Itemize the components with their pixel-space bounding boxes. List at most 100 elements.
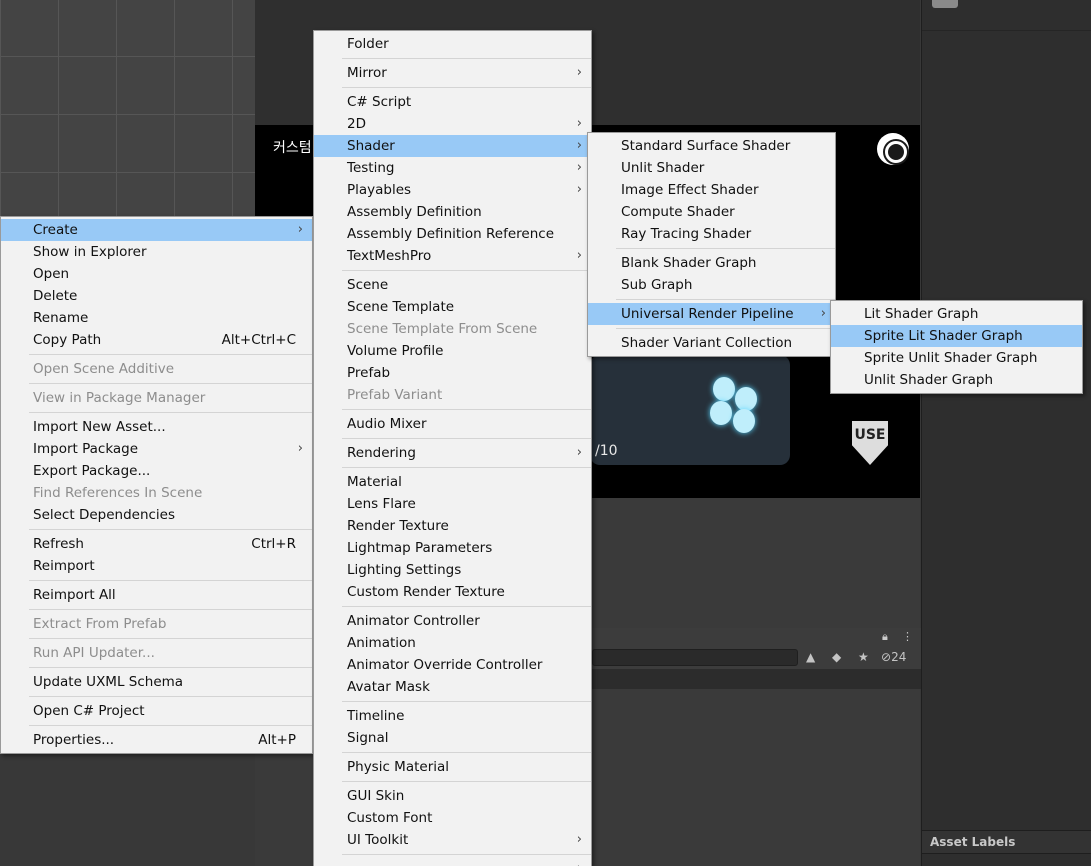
menu-item-shader-variant-collection[interactable]: Shader Variant Collection [588,332,835,354]
menu-item-reimport-all[interactable]: Reimport All [1,584,312,606]
menu-item-compute-shader[interactable]: Compute Shader [588,201,835,223]
menu-item-open-c-project[interactable]: Open C# Project [1,700,312,722]
menu-item-label: Reimport All [33,587,116,603]
menu-separator [29,354,312,355]
game-device-sprite [590,355,790,465]
scene-view-grid [0,0,255,218]
menu-item-ray-tracing-shader[interactable]: Ray Tracing Shader [588,223,835,245]
menu-item-sprite-lit-shader-graph[interactable]: Sprite Lit Shader Graph [831,325,1082,347]
use-button-label: USE [854,427,886,443]
menu-item-update-uxml-schema[interactable]: Update UXML Schema [1,671,312,693]
search-input[interactable] [592,649,798,666]
menu-item-folder[interactable]: Folder [314,33,591,55]
menu-item-assembly-definition-reference[interactable]: Assembly Definition Reference [314,223,591,245]
menu-item-import-package[interactable]: Import Package › [1,438,312,460]
menu-item-render-texture[interactable]: Render Texture [314,515,591,537]
menu-item-custom-font[interactable]: Custom Font [314,807,591,829]
use-button[interactable]: USE [852,421,888,465]
menu-item-create[interactable]: Create › [1,219,312,241]
menu-item-label: Find References In Scene [33,485,203,501]
menu-item-open[interactable]: Open [1,263,312,285]
menu-item-rename[interactable]: Rename [1,307,312,329]
menu-item-assembly-definition[interactable]: Assembly Definition [314,201,591,223]
menu-item-reimport[interactable]: Reimport [1,555,312,577]
gear-icon[interactable] [877,133,909,165]
menu-item-show-in-explorer[interactable]: Show in Explorer [1,241,312,263]
menu-item-testing[interactable]: Testing › [314,157,591,179]
menu-separator [342,854,591,855]
menu-item-gui-skin[interactable]: GUI Skin [314,785,591,807]
hidden-packages-icon[interactable]: ⊘24 [881,650,906,664]
menu-item-shader[interactable]: Shader › [314,135,591,157]
menu-item-prefab[interactable]: Prefab [314,362,591,384]
menu-item-delete[interactable]: Delete [1,285,312,307]
menu-separator [29,383,312,384]
menu-item-c-script[interactable]: C# Script [314,91,591,113]
inspector-panel: Asset Labels [921,0,1091,866]
chevron-right-icon: › [576,160,582,175]
menu-item-signal[interactable]: Signal [314,727,591,749]
menu-item-blank-shader-graph[interactable]: Blank Shader Graph [588,252,835,274]
hidden-packages-count: 24 [891,650,907,664]
menu-item-animator-override-controller[interactable]: Animator Override Controller [314,654,591,676]
menu-item-extract-from-prefab: Extract From Prefab [1,613,312,635]
menu-item-properties[interactable]: Properties... Alt+P [1,729,312,751]
filter-by-label-icon[interactable]: ◆ [832,650,841,664]
menu-item-sub-graph[interactable]: Sub Graph [588,274,835,296]
favorite-star-icon[interactable]: ★ [858,650,869,664]
menu-item-sprite-unlit-shader-graph[interactable]: Sprite Unlit Shader Graph [831,347,1082,369]
menu-item-textmeshpro[interactable]: TextMeshPro › [314,245,591,267]
menu-item-refresh[interactable]: Refresh Ctrl+R [1,533,312,555]
lock-icon[interactable]: 🔒︎ [882,630,888,644]
menu-item-lens-flare[interactable]: Lens Flare [314,493,591,515]
menu-separator [29,580,312,581]
menu-item-playables[interactable]: Playables › [314,179,591,201]
menu-item-image-effect-shader[interactable]: Image Effect Shader [588,179,835,201]
menu-item-shortcut: Alt+Ctrl+C [221,332,296,348]
menu-item-scene[interactable]: Scene [314,274,591,296]
menu-item-timeline[interactable]: Timeline [314,705,591,727]
menu-item-unlit-shader[interactable]: Unlit Shader [588,157,835,179]
menu-item-lit-shader-graph[interactable]: Lit Shader Graph [831,303,1082,325]
menu-item-label: Testing [347,160,395,176]
menu-item-audio-mixer[interactable]: Audio Mixer [314,413,591,435]
menu-item-unlit-shader-graph[interactable]: Unlit Shader Graph [831,369,1082,391]
menu-item-copy-path[interactable]: Copy Path Alt+Ctrl+C [1,329,312,351]
menu-item-scene-template-from-scene: Scene Template From Scene [314,318,591,340]
menu-item-standard-surface-shader[interactable]: Standard Surface Shader [588,135,835,157]
menu-item-import-new-asset[interactable]: Import New Asset... [1,416,312,438]
menu-separator [29,725,312,726]
menu-item-mirror[interactable]: Mirror › [314,62,591,84]
menu-item-material[interactable]: Material [314,471,591,493]
menu-separator [342,752,591,753]
menu-item-label: Import New Asset... [33,419,166,435]
menu-item-animation[interactable]: Animation [314,632,591,654]
menu-item-label: Avatar Mask [347,679,430,695]
menu-item-custom-render-texture[interactable]: Custom Render Texture [314,581,591,603]
menu-item-animator-controller[interactable]: Animator Controller [314,610,591,632]
menu-item-select-dependencies[interactable]: Select Dependencies [1,504,312,526]
menu-item-label: UI Toolkit [347,832,409,848]
menu-item-ui-toolkit[interactable]: UI Toolkit › [314,829,591,851]
menu-separator [29,412,312,413]
menu-item-label: Open C# Project [33,703,145,719]
menu-item-label: Open [33,266,70,282]
menu-item-label: Open Scene Additive [33,361,175,377]
menu-item-avatar-mask[interactable]: Avatar Mask [314,676,591,698]
menu-item-2d[interactable]: 2D › [314,113,591,135]
inspector-button[interactable] [932,0,958,8]
menu-item-lighting-settings[interactable]: Lighting Settings [314,559,591,581]
menu-item-blank[interactable]: › [314,858,591,866]
filter-by-type-icon[interactable]: ▲ [806,650,815,664]
create-submenu: Folder Mirror › C# Script 2D › Shader › Testing ›… [313,30,592,866]
menu-item-export-package[interactable]: Export Package... [1,460,312,482]
menu-item-universal-render-pipeline[interactable]: Universal Render Pipeline › [588,303,835,325]
menu-item-label: Run API Updater... [33,645,155,661]
menu-item-volume-profile[interactable]: Volume Profile [314,340,591,362]
menu-item-rendering[interactable]: Rendering › [314,442,591,464]
menu-separator [29,667,312,668]
menu-item-lightmap-parameters[interactable]: Lightmap Parameters [314,537,591,559]
menu-item-physic-material[interactable]: Physic Material [314,756,591,778]
more-options-icon[interactable]: ⋮ [902,630,913,643]
menu-item-scene-template[interactable]: Scene Template [314,296,591,318]
